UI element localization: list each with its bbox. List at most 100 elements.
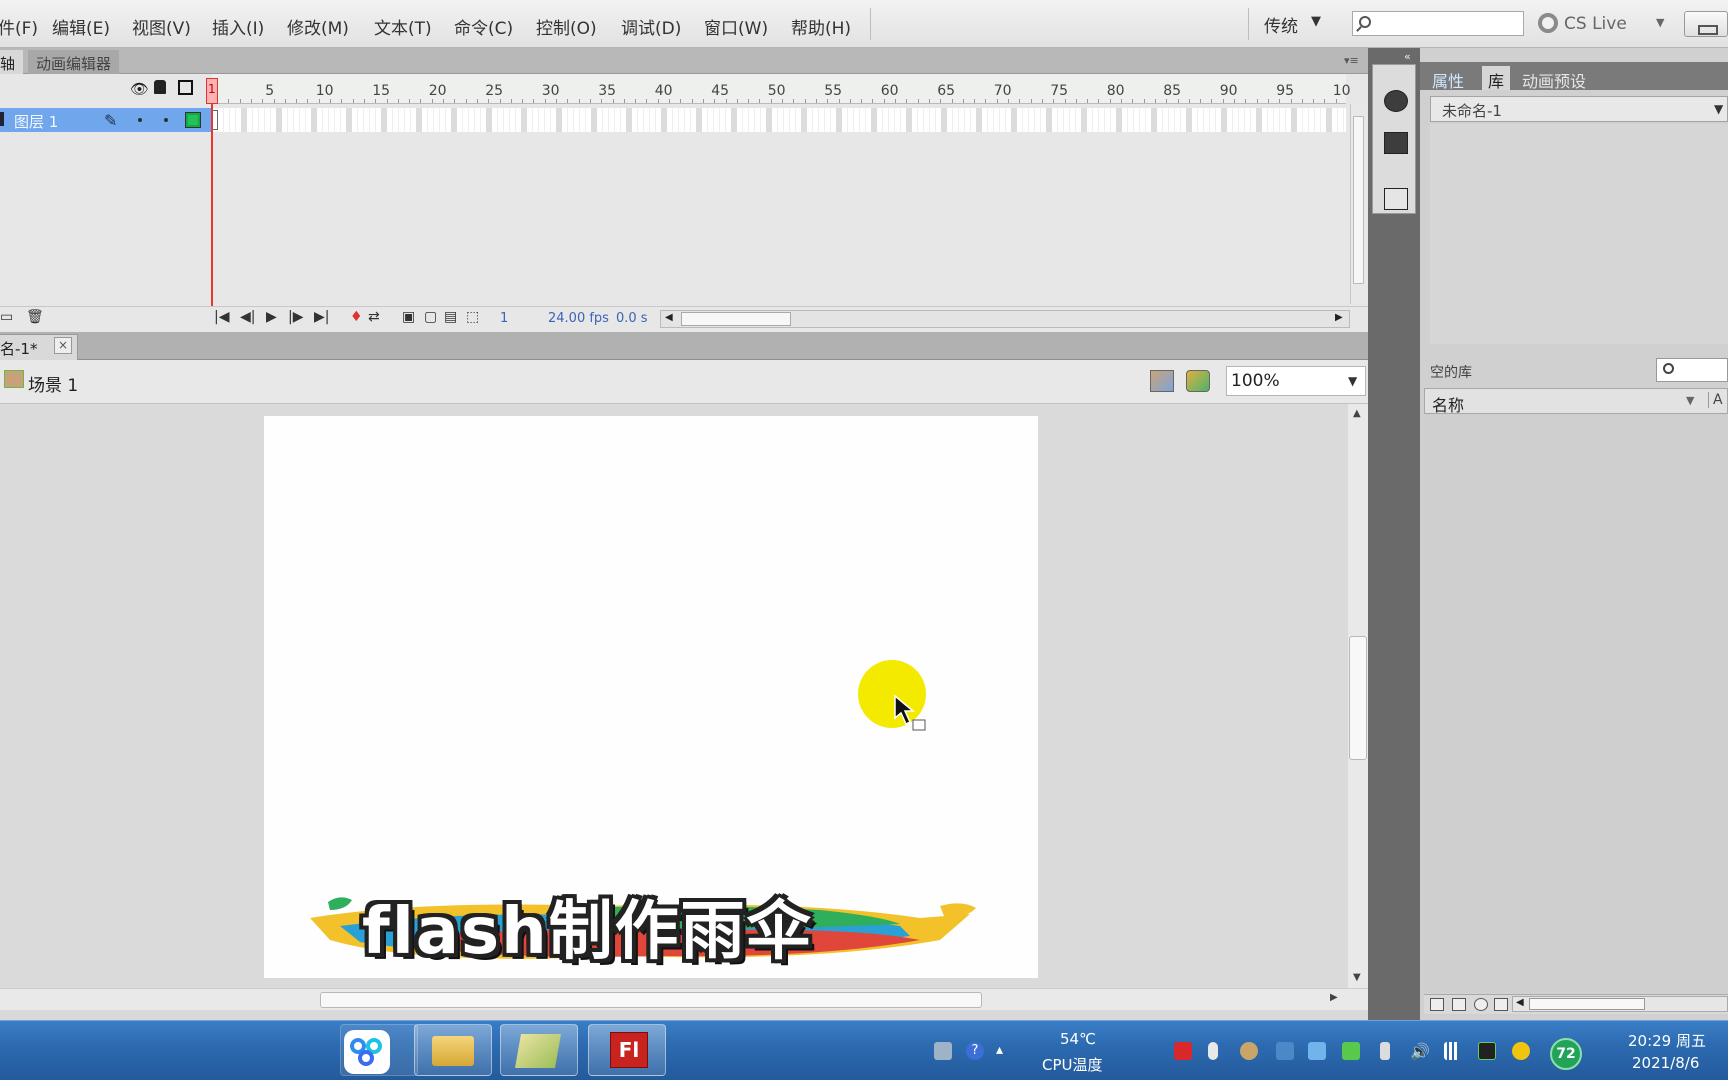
scroll-thumb[interactable]: [1529, 998, 1645, 1010]
stage-vertical-scrollbar[interactable]: ▲ ▼: [1348, 404, 1368, 988]
color-palette-icon[interactable]: [1384, 90, 1408, 112]
volume-icon[interactable]: 🔊: [1410, 1042, 1430, 1061]
chevron-down-icon[interactable]: ▼: [1348, 374, 1357, 388]
tab-timeline[interactable]: 轴: [0, 50, 24, 74]
cslive-icon[interactable]: [1538, 13, 1558, 33]
score-badge[interactable]: 72: [1550, 1038, 1582, 1070]
new-layer-icon[interactable]: ▭: [0, 309, 13, 325]
column-header-name[interactable]: 名称: [1432, 392, 1464, 416]
library-search-input[interactable]: [1656, 358, 1728, 382]
library-horizontal-scrollbar[interactable]: ◀: [1512, 996, 1728, 1012]
timeline-horizontal-scrollbar[interactable]: ◀ ▶: [660, 310, 1350, 328]
sort-icon[interactable]: ▼: [1686, 394, 1694, 407]
tab-motion-presets[interactable]: 动画预设: [1516, 66, 1592, 91]
adobe-icon[interactable]: [1174, 1042, 1192, 1060]
cslive-button[interactable]: CS Live: [1564, 14, 1627, 34]
properties-icon[interactable]: [1474, 998, 1488, 1011]
lock-icon[interactable]: [154, 80, 166, 94]
workspace-switcher[interactable]: 传统: [1264, 12, 1298, 37]
chevron-down-icon[interactable]: ▼: [1714, 102, 1723, 116]
eye-icon[interactable]: 👁: [130, 80, 149, 98]
chevron-down-icon[interactable]: ▼: [1656, 16, 1664, 29]
collapse-panels-icon[interactable]: «: [1404, 50, 1411, 63]
stage-horizontal-scrollbar[interactable]: ▶: [0, 988, 1368, 1010]
delete-icon[interactable]: [1494, 998, 1508, 1011]
layer-color-swatch[interactable]: [185, 112, 201, 128]
scene-breadcrumb[interactable]: 场景 1: [28, 371, 78, 396]
edit-multiple-frames-icon[interactable]: ▤: [444, 309, 457, 325]
scroll-right-icon[interactable]: ▶: [1335, 312, 1343, 323]
tab-properties[interactable]: 属性: [1426, 66, 1470, 91]
column-header-linkage[interactable]: A: [1708, 392, 1723, 408]
menu-control[interactable]: 控制(O): [536, 14, 597, 39]
menu-help[interactable]: 帮助(H): [791, 14, 851, 39]
new-symbol-icon[interactable]: [1430, 998, 1444, 1011]
layer-name[interactable]: 图层 1: [14, 111, 58, 132]
scroll-down-icon[interactable]: ▼: [1353, 972, 1361, 983]
battery-icon[interactable]: [1380, 1042, 1390, 1060]
menu-view[interactable]: 视图(V): [132, 14, 191, 39]
device-icon[interactable]: [1308, 1042, 1326, 1060]
menu-debug[interactable]: 调试(D): [621, 14, 681, 39]
menu-insert[interactable]: 插入(I): [212, 14, 264, 39]
menu-window[interactable]: 窗口(W): [704, 14, 768, 39]
user-icon[interactable]: [1240, 1042, 1258, 1060]
scroll-thumb[interactable]: [320, 992, 982, 1008]
next-frame-icon[interactable]: |▶: [288, 309, 303, 325]
help-search-input[interactable]: [1352, 11, 1524, 36]
edit-symbol-icon[interactable]: [1186, 370, 1210, 392]
play-icon[interactable]: ▶: [266, 309, 277, 325]
scroll-left-icon[interactable]: ◀: [665, 312, 673, 323]
edit-scene-icon[interactable]: [1150, 370, 1174, 392]
library-item-list[interactable]: [1424, 414, 1728, 990]
new-folder-icon[interactable]: [1452, 998, 1466, 1011]
frame-row[interactable]: [212, 108, 1346, 132]
menu-commands[interactable]: 命令(C): [454, 14, 513, 39]
lock-dot[interactable]: [164, 118, 168, 122]
swatches-icon[interactable]: [1384, 132, 1408, 154]
scroll-thumb[interactable]: [1349, 636, 1367, 760]
clock-time[interactable]: 20:29 周五: [1628, 1030, 1706, 1051]
clock-date[interactable]: 2021/8/6: [1632, 1054, 1699, 1072]
onion-outline-icon[interactable]: ▢: [424, 309, 437, 325]
frame-ruler[interactable]: 5 10 15 20 25 30 35 40 45 50 55 60 65 70 75 80 85 90 95 10: [212, 74, 1351, 104]
close-icon[interactable]: ×: [54, 337, 72, 354]
tab-motion-editor[interactable]: 动画编辑器: [28, 50, 120, 74]
prev-frame-icon[interactable]: ◀|: [240, 309, 255, 325]
media-icon[interactable]: [1342, 1042, 1360, 1060]
tray-expand-icon[interactable]: ▴: [996, 1042, 1014, 1060]
scroll-up-icon[interactable]: ▲: [1353, 408, 1361, 419]
scroll-left-icon[interactable]: ◀: [1516, 997, 1524, 1008]
outline-icon[interactable]: [178, 80, 193, 95]
help-icon[interactable]: ?: [966, 1042, 984, 1060]
signal-icon[interactable]: [1444, 1042, 1462, 1060]
frame-rate[interactable]: 24.00 fps: [548, 311, 609, 326]
keyboard-icon[interactable]: [934, 1042, 952, 1060]
loop-icon[interactable]: ⇄: [368, 309, 380, 325]
menu-edit[interactable]: 编辑(E): [52, 14, 110, 39]
last-frame-icon[interactable]: ▶|: [314, 309, 329, 325]
document-tab-label[interactable]: 名-1*: [0, 338, 37, 359]
onion-skin-icon[interactable]: ▣: [402, 309, 415, 325]
scroll-thumb[interactable]: [1353, 116, 1364, 284]
timeline-vertical-scrollbar[interactable]: [1350, 104, 1366, 304]
nvidia-icon[interactable]: [1478, 1042, 1496, 1060]
components-icon[interactable]: [1384, 188, 1408, 210]
scroll-thumb[interactable]: [681, 312, 791, 326]
scroll-right-icon[interactable]: ▶: [1330, 992, 1338, 1003]
visibility-dot[interactable]: [138, 118, 142, 122]
delete-layer-icon[interactable]: 🗑: [26, 309, 44, 325]
minimize-button[interactable]: [1684, 11, 1728, 37]
menu-file[interactable]: 件(F): [0, 14, 38, 39]
network-pin-icon[interactable]: [1276, 1042, 1294, 1060]
tab-library[interactable]: 库: [1482, 66, 1511, 91]
zoom-value[interactable]: 100%: [1231, 371, 1280, 391]
security-icon[interactable]: [1512, 1042, 1530, 1060]
center-frame-icon[interactable]: ♦: [350, 309, 363, 325]
panel-options-icon[interactable]: ▾≡: [1344, 54, 1359, 67]
onion-markers-icon[interactable]: ⬚: [466, 309, 479, 325]
thermometer-icon[interactable]: [1208, 1042, 1218, 1060]
menu-text[interactable]: 文本(T): [374, 14, 432, 39]
menu-modify[interactable]: 修改(M): [287, 14, 349, 39]
first-frame-icon[interactable]: |◀: [214, 309, 229, 325]
